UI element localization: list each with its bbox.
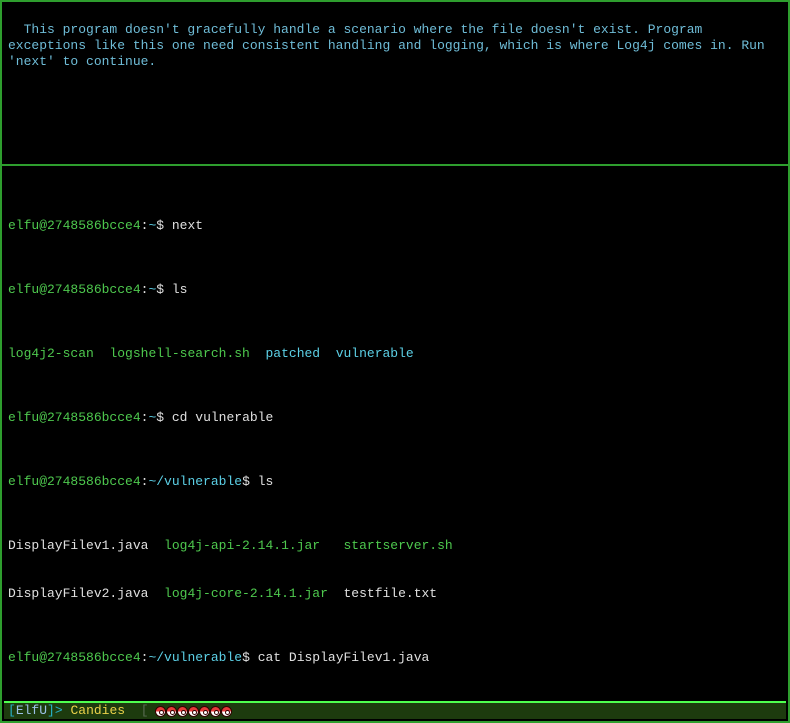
status-box-l: [: [141, 703, 149, 719]
status-bracket: [: [8, 703, 16, 719]
ls-output: DisplayFilev2.java log4j-core-2.14.1.jar…: [8, 586, 782, 602]
prompt-line: elfu@2748586bcce4:~$ next: [8, 218, 782, 234]
prompt-line: elfu@2748586bcce4:~$ ls: [8, 282, 782, 298]
candies-icons: [155, 706, 232, 717]
status-bar: [ElfU]> Candies [: [4, 701, 786, 719]
prompt-line: elfu@2748586bcce4:~/vulnerable$ ls: [8, 474, 782, 490]
instruction-pane: This program doesn't gracefully handle a…: [2, 2, 788, 166]
instruction-text: This program doesn't gracefully handle a…: [8, 22, 773, 69]
candy-icon: [210, 706, 221, 717]
status-gt: >: [55, 703, 63, 719]
candy-icon: [155, 706, 166, 717]
candy-icon: [166, 706, 177, 717]
cmd-cd: cd vulnerable: [172, 410, 273, 425]
candy-icon: [177, 706, 188, 717]
status-label: Candies: [70, 703, 125, 719]
cmd-ls2: ls: [258, 474, 274, 489]
cmd-next: next: [172, 218, 203, 233]
candy-icon: [221, 706, 232, 717]
cmd-cat: cat DisplayFilev1.java: [258, 650, 430, 665]
prompt-sigil: $: [156, 218, 164, 233]
cmd-ls: ls: [172, 282, 188, 297]
prompt-line: elfu@2748586bcce4:~/vulnerable$ cat Disp…: [8, 650, 782, 666]
terminal-pane[interactable]: elfu@2748586bcce4:~$ next elfu@2748586bc…: [2, 166, 788, 701]
prompt-user-host: elfu@2748586bcce4: [8, 218, 141, 233]
candy-icon: [199, 706, 210, 717]
prompt-line: elfu@2748586bcce4:~$ cd vulnerable: [8, 410, 782, 426]
status-bracket: ]: [47, 703, 55, 719]
candy-icon: [188, 706, 199, 717]
status-tag: ElfU: [16, 703, 47, 719]
ls-output: log4j2-scan logshell-search.sh patched v…: [8, 346, 782, 362]
ls-output: DisplayFilev1.java log4j-api-2.14.1.jar …: [8, 538, 782, 554]
